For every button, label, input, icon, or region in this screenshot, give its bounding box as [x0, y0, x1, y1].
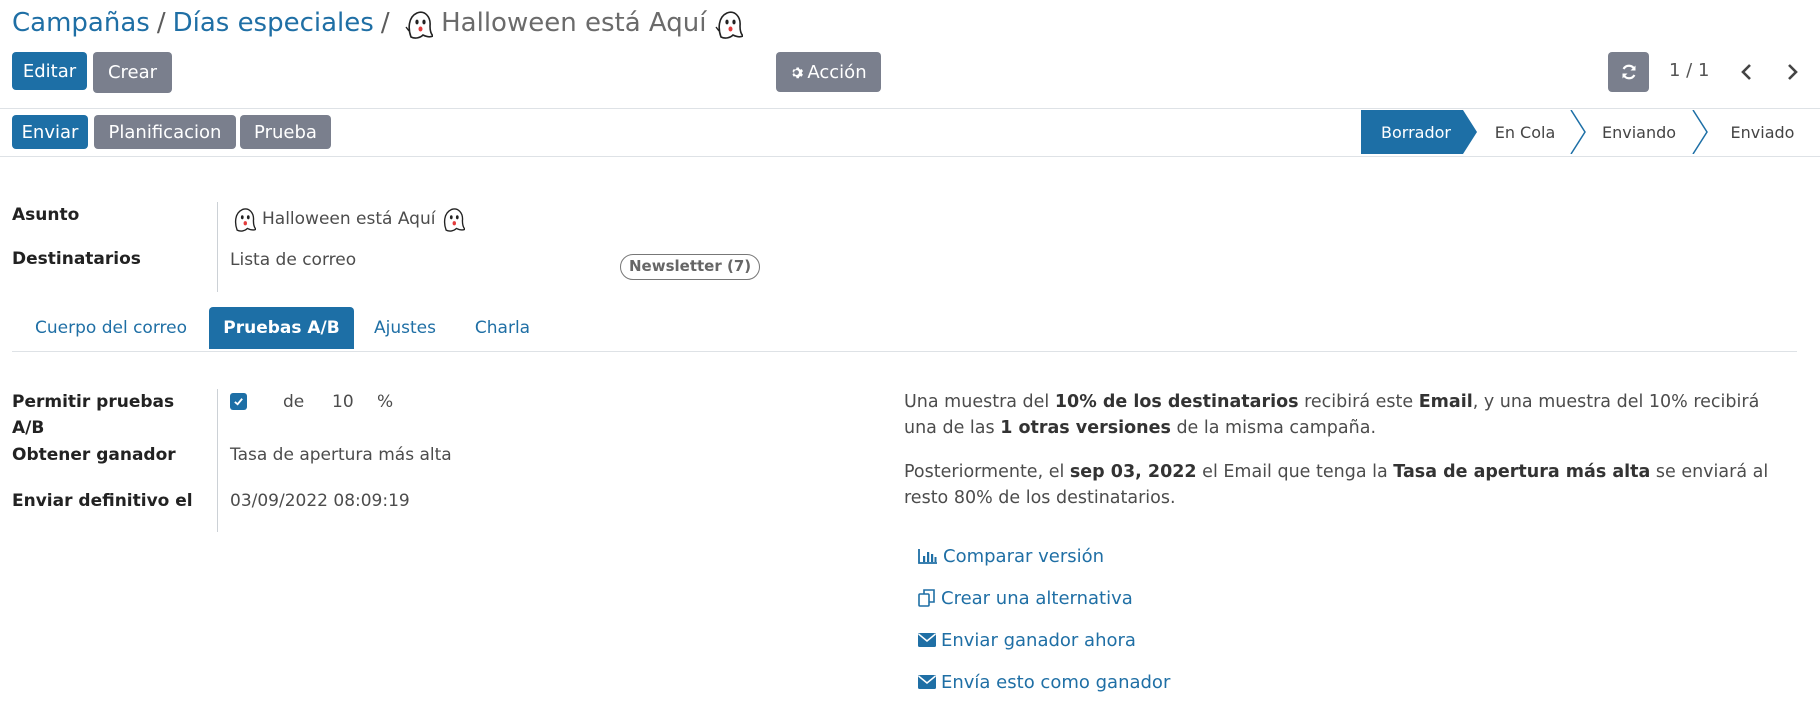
ghost-emoji-icon — [234, 208, 256, 232]
create-button[interactable]: Crear — [93, 52, 172, 93]
allow-ab-label: Permitir pruebas A/B — [12, 389, 174, 441]
tab-ab-tests[interactable]: Pruebas A/B — [209, 307, 354, 349]
subject-text: Halloween está Aquí — [262, 209, 436, 229]
final-send-date[interactable]: 03/09/2022 08:09:19 — [230, 488, 410, 514]
ab-info-paragraph: Una muestra del 10% de los destinatarios… — [904, 389, 1794, 441]
field-separator — [217, 202, 218, 292]
action-button[interactable]: Acción — [776, 52, 881, 92]
final-send-label: Enviar definitivo el — [12, 491, 193, 511]
send-as-winner-link[interactable]: Envía esto como ganador — [918, 669, 1170, 695]
tab-settings[interactable]: Ajustes — [360, 307, 450, 349]
status-stage-sending[interactable]: Enviando — [1583, 110, 1695, 154]
ghost-emoji-icon — [715, 11, 743, 39]
ab-percent-input[interactable]: 10 — [332, 389, 354, 415]
compare-version-link[interactable]: Comparar versión — [918, 543, 1104, 569]
create-alternative-label: Crear una alternativa — [941, 587, 1133, 609]
field-separator — [217, 389, 218, 532]
status-stage-draft[interactable]: Borrador — [1361, 110, 1471, 154]
bold-text: sep 03, 2022 — [1069, 462, 1197, 482]
subject-label: Asunto — [12, 205, 80, 225]
text: Una muestra del — [904, 392, 1055, 412]
create-alternative-link[interactable]: Crear una alternativa — [918, 585, 1133, 611]
percent-sign: % — [377, 392, 394, 412]
recipients-model-value[interactable]: Lista de correo — [230, 247, 356, 273]
edit-button[interactable]: Editar — [12, 52, 87, 90]
text: de la misma campaña. — [1170, 418, 1377, 438]
divider — [0, 156, 1820, 157]
breadcrumb: Campañas / Días especiales / Halloween está… — [12, 6, 743, 40]
winner-select[interactable]: Tasa de apertura más alta — [230, 442, 452, 468]
refresh-icon — [1621, 64, 1636, 80]
bar-chart-icon — [918, 549, 937, 564]
tab-mail-body[interactable]: Cuerpo del correo — [12, 307, 210, 349]
percent-of-label: de — [283, 392, 305, 412]
tab-chatter[interactable]: Charla — [460, 307, 545, 349]
status-bar: Borrador En Cola Enviando Enviado — [1361, 110, 1820, 154]
action-button-label: Acción — [807, 61, 867, 83]
breadcrumb-separator: / — [380, 8, 390, 38]
winner-label: Obtener ganador — [12, 445, 176, 465]
ghost-emoji-icon — [444, 208, 466, 232]
chevron-right-icon[interactable] — [1781, 60, 1803, 84]
gear-icon — [792, 67, 804, 78]
chevron-left-icon[interactable] — [1736, 60, 1758, 84]
bold-text: 1 otras versiones — [1000, 418, 1171, 438]
divider — [0, 108, 1820, 109]
bold-text: Email — [1418, 392, 1473, 412]
refresh-button[interactable] — [1608, 52, 1649, 92]
envelope-icon — [918, 675, 936, 689]
send-button[interactable]: Enviar — [12, 115, 88, 149]
ghost-emoji-icon — [405, 11, 433, 39]
breadcrumb-current-title: Halloween está Aquí — [441, 8, 707, 38]
text: recibirá este — [1298, 392, 1419, 412]
send-winner-now-label: Enviar ganador ahora — [941, 629, 1136, 651]
breadcrumb-separator: / — [156, 8, 166, 38]
allow-ab-label-line2: A/B — [12, 418, 45, 438]
bold-text: 10% de los destinatarios — [1054, 392, 1299, 412]
breadcrumb-campaigns[interactable]: Campañas — [12, 8, 150, 38]
compare-version-label: Comparar versión — [943, 545, 1105, 567]
tabs-divider — [12, 351, 1797, 352]
breadcrumb-current: Halloween está Aquí — [397, 8, 743, 39]
subject-value[interactable]: Halloween está Aquí — [232, 206, 466, 232]
send-winner-now-link[interactable]: Enviar ganador ahora — [918, 627, 1136, 653]
allow-ab-checkbox[interactable] — [230, 393, 247, 410]
mailing-list-tag[interactable]: Newsletter (7) — [620, 254, 761, 280]
recipients-label: Destinatarios — [12, 249, 141, 269]
envelope-icon — [918, 633, 936, 647]
pager-counter[interactable]: 1 / 1 — [1669, 60, 1709, 81]
check-icon — [234, 398, 243, 406]
winner-info-paragraph: Posteriormente, el sep 03, 2022 el Email… — [904, 459, 1794, 511]
text: el Email que tenga la — [1196, 462, 1394, 482]
send-as-winner-label: Envía esto como ganador — [941, 671, 1171, 693]
bold-text: Tasa de apertura más alta — [1393, 462, 1651, 482]
status-stage-queued[interactable]: En Cola — [1473, 110, 1577, 154]
copy-icon — [918, 589, 935, 607]
test-button[interactable]: Prueba — [240, 115, 331, 149]
allow-ab-label-line1: Permitir pruebas — [12, 392, 175, 412]
text: Posteriormente, el — [904, 462, 1070, 482]
schedule-button[interactable]: Planificacion — [94, 115, 236, 149]
breadcrumb-special-days[interactable]: Días especiales — [173, 8, 374, 38]
status-stage-sent[interactable]: Enviado — [1705, 110, 1820, 154]
